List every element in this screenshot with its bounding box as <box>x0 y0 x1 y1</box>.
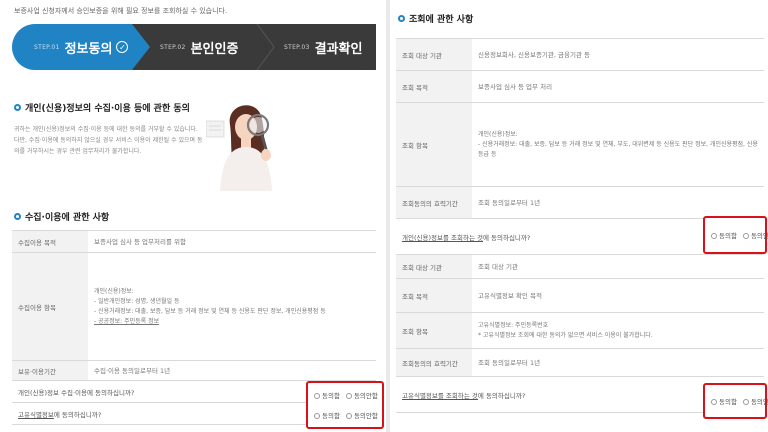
table-row: 조회 목적 고유식별정보 확인 목적 <box>396 278 764 313</box>
bullet-icon <box>14 213 21 220</box>
bullet-icon <box>14 104 21 111</box>
radio-disagree-4[interactable]: 동의안함 <box>742 396 768 406</box>
bullet-icon <box>398 15 405 22</box>
radio-disagree-1[interactable]: 동의안함 <box>345 390 378 400</box>
step-2: STEP.02 본인인증 <box>160 41 239 57</box>
table-row: 조회동의의 효력기간 조회 동의일로부터 1년 <box>396 348 764 377</box>
collect-title: 수집·이용에 관한 사항 <box>14 210 109 223</box>
table-row: 조회 목적 보증사업 심사 등 업무 처리 <box>396 70 764 103</box>
step-indicator: STEP.01 정보동의 ✓ STEP.02 본인인증 STEP.03 결과확인 <box>12 24 376 70</box>
left-consent-radio-group: 동의함 동의안함 동의함 동의안함 <box>306 381 384 429</box>
radio-disagree-2[interactable]: 동의안함 <box>345 410 378 420</box>
consent-paragraph: 귀하는 개인(신용)정보의 수집·이용 등에 대한 동의를 거부할 수 있습니다… <box>14 126 203 155</box>
radio-disagree-3[interactable]: 동의안함 <box>742 230 768 240</box>
step-1: STEP.01 정보동의 ✓ <box>34 24 129 70</box>
consent-title: 개인(신용)정보의 수집·이용 등에 관한 동의 <box>14 101 190 114</box>
radio-agree-2[interactable]: 동의함 <box>314 410 340 420</box>
table-row: 수집이용 목적 보증사업 심사 등 업무처리를 위함 <box>12 230 376 253</box>
table-row: 조회동의의 효력기간 조회 동의일로부터 1년 <box>396 186 764 219</box>
right-consent-radio-group-2: 동의함 동의안함 <box>703 383 768 419</box>
unique-id-info-link[interactable]: 고유식별정보 <box>18 411 54 419</box>
inquiry-title: 조회에 관한 사항 <box>398 12 473 25</box>
top-note: 보증사업 신청자께서 승인보증을 위해 필요 정보를 조회하실 수 있습니다. <box>14 7 228 15</box>
right-consent-radio-group-1: 동의함 동의안함 <box>703 216 768 254</box>
unique-id-inquiry-link[interactable]: 고유식별정보를 조회하는 것 <box>402 392 478 400</box>
step-3: STEP.03 결과확인 <box>284 41 363 57</box>
credit-inquiry-link[interactable]: 개인(신용)정보를 조회하는 것 <box>402 234 483 242</box>
right-panel: 조회에 관한 사항 조회 대상 기관 신용정보회사, 신용보증기관, 금융기관 … <box>390 0 768 432</box>
left-panel: 보증사업 신청자께서 승인보증을 위해 필요 정보를 조회하실 수 있습니다. … <box>0 0 386 432</box>
table-row: 조회 항목 개인(신용)정보: - 신용거래정보: 대출, 보증, 담보 등 거… <box>396 102 764 187</box>
table-row: 조회 대상 기관 신용정보회사, 신용보증기관, 금융기관 등 <box>396 38 764 71</box>
woman-magnifier-illustration <box>206 105 272 191</box>
table-row: 수집이용 항목 개인(신용)정보: - 일반개인정보: 성명, 생년월일 등 -… <box>12 252 376 361</box>
table-row: 조회 항목 고유식별정보: 주민등록번호 * 고유식별정보 조회에 대한 동의가… <box>396 312 764 349</box>
radio-agree-1[interactable]: 동의함 <box>314 390 340 400</box>
radio-agree-4[interactable]: 동의함 <box>711 396 737 406</box>
table-row: 조회 대상 기관 조회 대상 기관 <box>396 254 764 279</box>
table-row: 보유·이용기간 수집·이용 동의일로부터 1년 <box>12 360 376 381</box>
check-circle-icon: ✓ <box>116 41 129 53</box>
radio-agree-3[interactable]: 동의함 <box>711 230 737 240</box>
